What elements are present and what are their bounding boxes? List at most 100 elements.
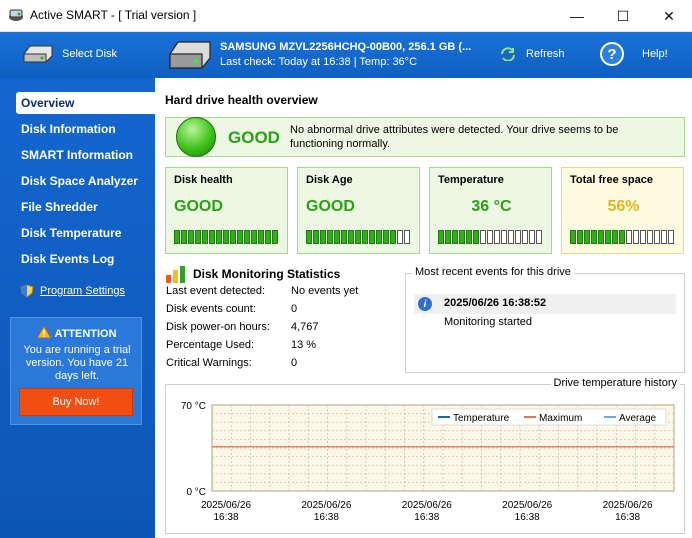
select-disk-button[interactable]: Select Disk [22,44,117,64]
attention-header: ATTENTION [11,325,143,340]
minimize-button[interactable]: — [554,0,600,32]
drive-last-check: Last check: Today at 16:38 | Temp: 36°C [220,56,418,68]
card-disk-health: Disk health GOOD [165,167,288,254]
card-value: GOOD [306,198,355,215]
level-segment [272,230,278,244]
maximize-button[interactable]: ☐ [600,0,646,32]
event-row[interactable]: i 2025/06/26 16:38:52 [414,294,676,314]
level-segment [473,230,479,244]
close-button[interactable]: ✕ [646,0,692,32]
level-segment [313,230,319,244]
level-segment [452,230,458,244]
card-title: Temperature [438,174,504,186]
level-segment [174,230,180,244]
refresh-icon [501,47,515,61]
stat-label: Last event detected: [166,285,266,297]
level-bar [306,230,411,244]
card-temperature: Temperature 36 °C [429,167,552,254]
stat-value: 13 % [291,339,317,351]
hard-disk-icon [23,45,53,63]
stat-label: Disk power-on hours: [166,321,270,333]
help-button[interactable]: ? Help! [600,42,668,66]
level-segment [570,230,576,244]
level-segment [397,230,403,244]
buy-now-button[interactable]: Buy Now! [19,388,133,416]
stats-title: Disk Monitoring Statistics [193,267,341,281]
x-tick-label: 2025/06/26 16:38 [603,500,653,523]
legend-label: Temperature [453,413,510,424]
select-disk-label: Select Disk [62,48,118,60]
card-value: 36 °C [471,198,512,215]
level-segment [265,230,271,244]
level-bar [174,230,279,244]
program-settings-link[interactable]: Program Settings [20,284,125,298]
level-segment [320,230,326,244]
card-title: Disk Age [306,174,353,186]
stat-value: 0 [291,357,298,369]
help-icon: ? [600,42,624,66]
shield-icon [20,284,34,298]
level-segment [251,230,257,244]
sidebar-item-smart-information[interactable]: SMART Information [16,144,155,166]
sidebar-item-disk-events-log[interactable]: Disk Events Log [16,248,155,270]
recent-events-panel: Most recent events for this drive i 2025… [405,266,685,373]
help-label: Help! [642,48,668,60]
page-title: Hard drive health overview [165,93,318,107]
app-icon [9,9,23,21]
level-bar [570,230,675,244]
attention-panel: ATTENTION You are running a trial versio… [10,317,142,425]
window-title: Active SMART - [ Trial version ] [30,8,197,22]
level-segment [244,230,250,244]
sidebar-item-disk-temperature[interactable]: Disk Temperature [16,222,155,244]
legend-label: Average [619,413,657,424]
stat-label: Percentage Used: [166,339,255,351]
level-segment [647,230,653,244]
card-title: Total free space [570,174,653,186]
sidebar-item-disk-information[interactable]: Disk Information [16,118,155,140]
level-segment [633,230,639,244]
level-segment [237,230,243,244]
level-segment [668,230,674,244]
warning-icon [36,325,53,339]
level-segment [390,230,396,244]
title-bar: Active SMART - [ Trial version ] — ☐ ✕ [0,0,692,32]
level-segment [209,230,215,244]
toolbar: Select Disk SAMSUNG MZVL2256HCHQ-00B00, … [0,32,692,78]
card-disk-age: Disk Age GOOD [297,167,420,254]
card-title: Disk health [174,174,233,186]
x-tick-label: 2025/06/26 16:38 [301,500,351,523]
level-segment [522,230,528,244]
sidebar-item-disk-space-analyzer[interactable]: Disk Space Analyzer [16,170,155,192]
level-segment [598,230,604,244]
stat-value: 4,767 [291,321,319,333]
sidebar: Overview Disk Information SMART Informat… [0,78,155,538]
sidebar-item-file-shredder[interactable]: File Shredder [16,196,155,218]
refresh-label: Refresh [526,48,565,60]
level-segment [341,230,347,244]
y-tick-label: 0 °C [186,487,206,498]
bar-chart-icon [166,266,185,283]
recent-events-title: Most recent events for this drive [412,266,574,278]
level-segment [591,230,597,244]
level-segment [181,230,187,244]
main-panel: Hard drive health overview GOOD No abnor… [155,78,692,538]
level-segment [334,230,340,244]
refresh-button[interactable]: Refresh [500,47,565,61]
health-status-message: No abnormal drive attributes were detect… [290,124,619,150]
drive-name: SAMSUNG MZVL2256HCHQ-00B00, 256.1 GB (..… [220,41,472,53]
drive-icon [169,41,211,69]
stat-label: Disk events count: [166,303,256,315]
stat-label: Critical Warnings: [166,357,252,369]
level-segment [383,230,389,244]
level-segment [195,230,201,244]
level-segment [529,230,535,244]
chart-svg: 70 °C 0 °C 2025/06/26 16:38 2025/06/26 16:38 2… [181,401,675,523]
level-segment [188,230,194,244]
level-segment [223,230,229,244]
level-segment [376,230,382,244]
x-tick-label: 2025/06/26 16:38 [502,500,552,523]
temperature-history-chart: Drive temperature history 70 °C 0 °C 2025/… [165,377,685,534]
attention-title: ATTENTION [54,328,117,340]
sidebar-item-overview[interactable]: Overview [16,92,155,114]
level-segment [605,230,611,244]
